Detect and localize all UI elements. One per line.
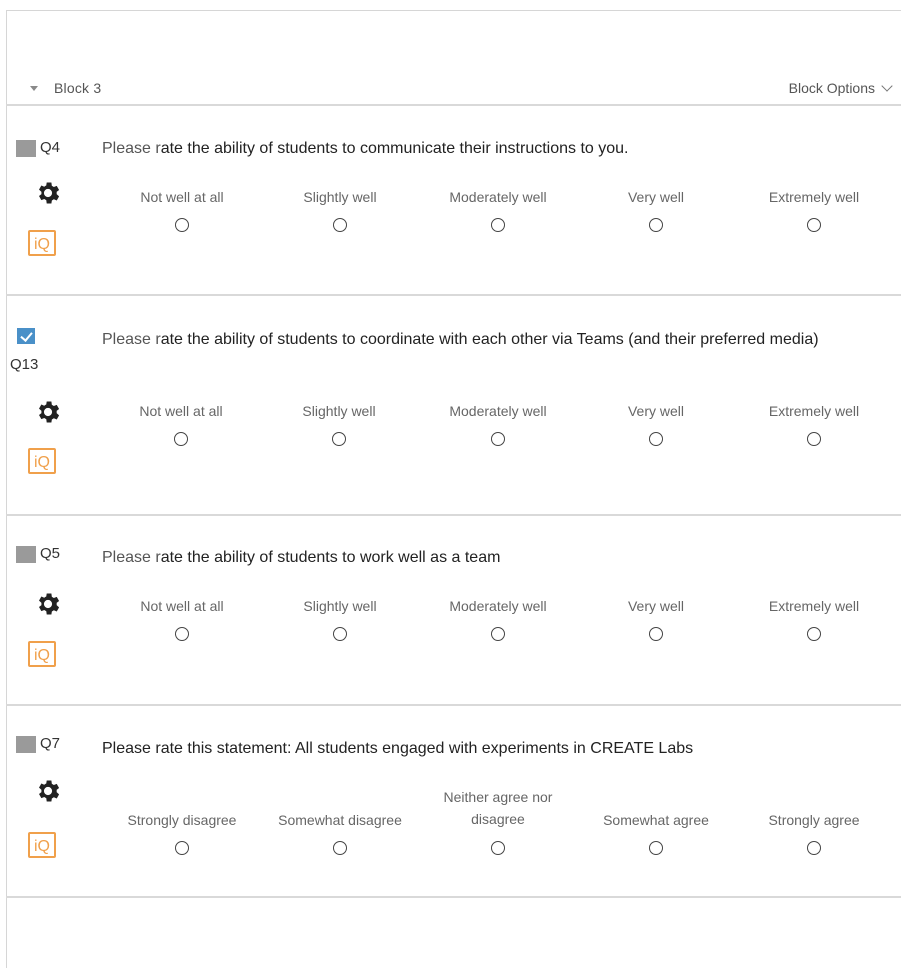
radio-button[interactable] <box>649 218 663 232</box>
radio-button[interactable] <box>491 432 505 446</box>
radio-button[interactable] <box>491 218 505 232</box>
question-card-q5[interactable]: Q5 Please rate the ability of students t… <box>6 516 901 704</box>
option-label: Extremely well <box>768 189 860 205</box>
option-label: Not well at all <box>139 403 223 419</box>
question-text-body: Please rate this statement: All students… <box>102 740 694 757</box>
gear-icon[interactable] <box>34 590 62 618</box>
radio-button[interactable] <box>175 218 189 232</box>
question-text: Please rate this statement: All students… <box>102 737 882 761</box>
radio-button[interactable] <box>807 218 821 232</box>
option-label: Somewhat agree <box>603 812 709 828</box>
option-label: Very well <box>627 403 685 419</box>
block-header: Block 3 Block Options <box>30 80 893 100</box>
question-number: Q7 <box>40 735 61 752</box>
radio-button[interactable] <box>807 432 821 446</box>
question-number: Q5 <box>40 545 61 562</box>
question-text-body: ate the ability of students to communica… <box>160 140 629 157</box>
option-label: Extremely well <box>768 598 860 614</box>
option-label: Very well <box>627 189 685 205</box>
question-number: Q13 <box>10 356 39 373</box>
radio-button[interactable] <box>807 841 821 855</box>
radio-button[interactable] <box>491 841 505 855</box>
question-text-body: ate the ability of students to work well… <box>160 549 501 566</box>
question-text-lead: Please r <box>102 140 161 157</box>
gear-icon[interactable] <box>34 398 62 426</box>
iq-icon[interactable]: iQ <box>28 448 56 474</box>
option-label: Moderately well <box>449 403 547 419</box>
question-card-q4[interactable]: Q4 Please rate the ability of students t… <box>6 106 901 294</box>
radio-button[interactable] <box>333 627 347 641</box>
gear-icon[interactable] <box>34 777 62 805</box>
question-select-checkbox[interactable] <box>16 736 36 753</box>
option-label: Strongly disagree <box>127 812 237 828</box>
option-label: Moderately well <box>449 189 547 205</box>
option-label: Slightly well <box>302 403 376 419</box>
radio-button[interactable] <box>649 841 663 855</box>
question-number: Q4 <box>40 139 61 156</box>
option-label: Extremely well <box>768 403 860 419</box>
question-card-q13[interactable]: Q13 Please rate the ability of students … <box>6 296 901 514</box>
block-title[interactable]: Block 3 <box>54 80 101 96</box>
option-label: Neither agree nor disagree <box>443 789 553 827</box>
radio-button[interactable] <box>649 627 663 641</box>
question-select-checkbox[interactable] <box>16 140 36 157</box>
radio-button[interactable] <box>807 627 821 641</box>
question-select-checkbox[interactable] <box>17 328 35 344</box>
radio-button[interactable] <box>332 432 346 446</box>
iq-icon[interactable]: iQ <box>28 832 56 858</box>
radio-button[interactable] <box>175 841 189 855</box>
question-text: Please rate the ability of students to c… <box>102 137 882 161</box>
radio-button[interactable] <box>491 627 505 641</box>
radio-button[interactable] <box>333 841 347 855</box>
question-text-body: ate the ability of students to coordinat… <box>160 331 819 348</box>
option-label: Very well <box>627 598 685 614</box>
chevron-down-icon <box>881 80 893 92</box>
option-label: Not well at all <box>140 598 224 614</box>
option-label: Somewhat disagree <box>278 812 402 828</box>
option-label: Moderately well <box>449 598 547 614</box>
option-label: Slightly well <box>303 189 377 205</box>
radio-button[interactable] <box>174 432 188 446</box>
option-label: Not well at all <box>140 189 224 205</box>
question-text: Please rate the ability of students to c… <box>102 328 882 352</box>
radio-button[interactable] <box>175 627 189 641</box>
radio-button[interactable] <box>333 218 347 232</box>
iq-icon[interactable]: iQ <box>28 641 56 667</box>
iq-icon[interactable]: iQ <box>28 230 56 256</box>
question-text: Please rate the ability of students to w… <box>102 546 882 570</box>
question-text-lead: Please r <box>102 331 161 348</box>
question-text-lead: Please r <box>102 549 161 566</box>
radio-button[interactable] <box>649 432 663 446</box>
gear-icon[interactable] <box>34 179 62 207</box>
option-label: Slightly well <box>303 598 377 614</box>
caret-down-icon[interactable] <box>30 86 38 91</box>
block-options-button[interactable]: Block Options <box>788 80 893 96</box>
option-label: Strongly agree <box>768 812 860 828</box>
block-options-label: Block Options <box>788 80 875 96</box>
question-select-checkbox[interactable] <box>16 546 36 563</box>
divider <box>6 896 901 898</box>
question-card-q7[interactable]: Q7 Please rate this statement: All stude… <box>6 706 901 896</box>
